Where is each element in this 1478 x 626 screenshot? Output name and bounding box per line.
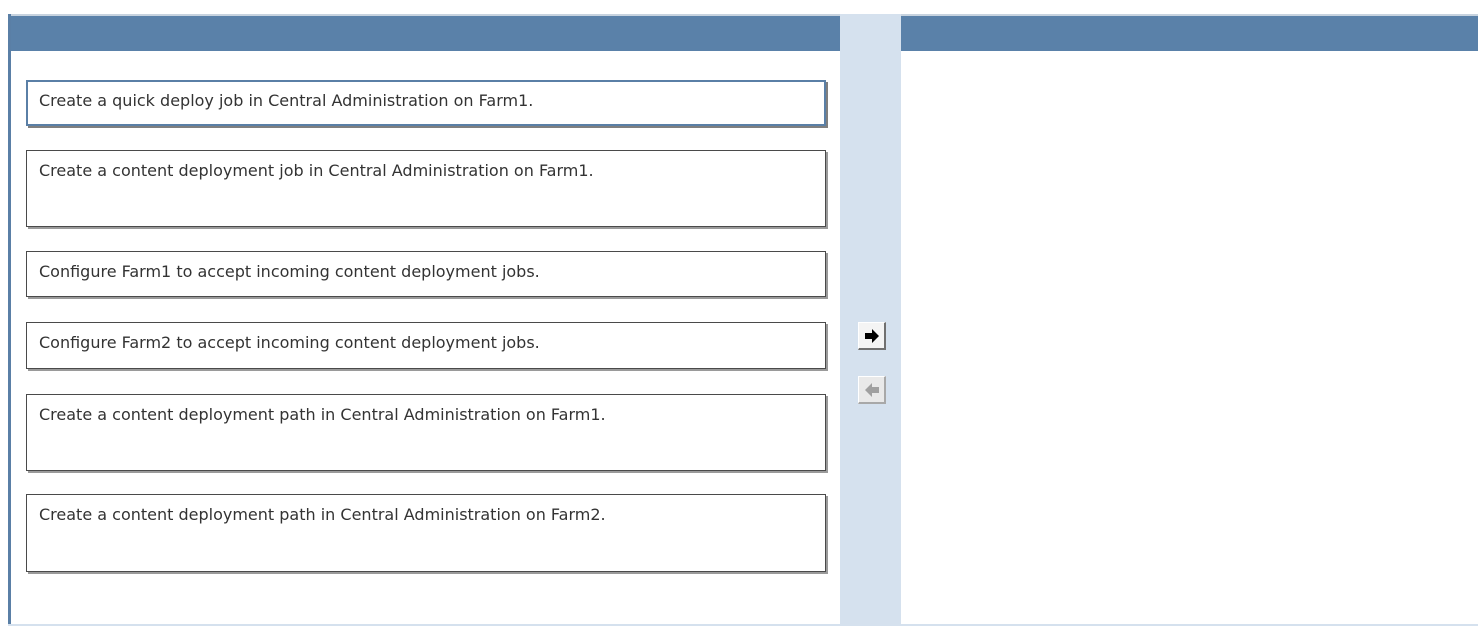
list-item[interactable]: Create a content deployment path in Cent… <box>26 494 826 572</box>
list-item-label: Create a content deployment job in Centr… <box>39 161 594 180</box>
source-panel-header <box>11 14 840 51</box>
list-item-label: Create a content deployment path in Cent… <box>39 405 606 424</box>
move-right-button[interactable] <box>858 322 886 350</box>
list-item[interactable]: Create a quick deploy job in Central Adm… <box>26 80 826 126</box>
list-item[interactable]: Configure Farm1 to accept incoming conte… <box>26 251 826 297</box>
list-item-label: Create a quick deploy job in Central Adm… <box>39 91 534 110</box>
list-item-label: Configure Farm1 to accept incoming conte… <box>39 262 540 281</box>
arrow-left-icon <box>864 382 879 397</box>
arrow-right-icon <box>864 328 879 343</box>
list-item-label: Configure Farm2 to accept incoming conte… <box>39 333 540 352</box>
target-panel <box>901 14 1478 626</box>
move-left-button[interactable] <box>858 376 886 404</box>
list-item[interactable]: Configure Farm2 to accept incoming conte… <box>26 322 826 369</box>
list-item[interactable]: Create a content deployment path in Cent… <box>26 394 826 471</box>
list-item[interactable]: Create a content deployment job in Centr… <box>26 150 826 227</box>
target-panel-header <box>901 14 1478 51</box>
list-item-label: Create a content deployment path in Cent… <box>39 505 606 524</box>
control-bar <box>840 14 901 626</box>
